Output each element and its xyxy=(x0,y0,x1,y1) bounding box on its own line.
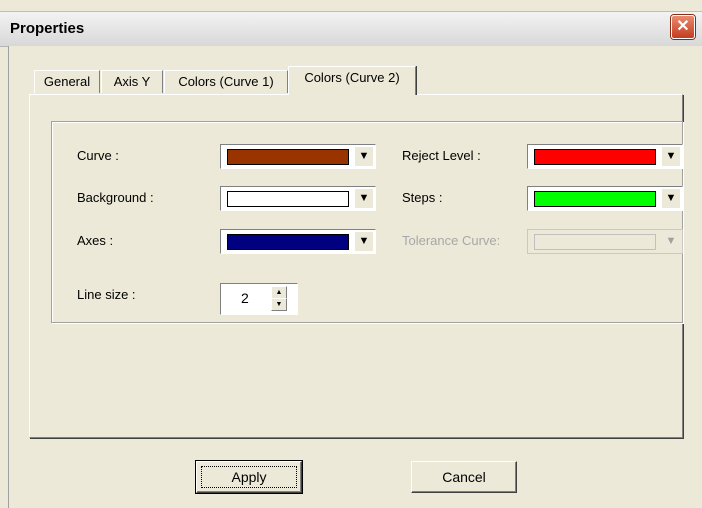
close-icon[interactable]: ✕ xyxy=(671,15,695,39)
tolerance-curve-color-picker: ▼ xyxy=(527,229,683,254)
curve-label: Curve : xyxy=(77,148,119,163)
chevron-down-icon[interactable]: ▼ xyxy=(355,232,373,251)
axes-color-picker[interactable]: ▼ xyxy=(220,229,376,254)
properties-dialog: Properties ✕ General Axis Y Colors (Curv… xyxy=(0,0,702,508)
axes-color-swatch xyxy=(227,234,349,250)
steps-color-picker[interactable]: ▼ xyxy=(527,186,683,211)
background-color-swatch xyxy=(227,191,349,207)
reject-level-color-swatch xyxy=(534,149,656,165)
background-color-picker[interactable]: ▼ xyxy=(220,186,376,211)
line-size-label: Line size : xyxy=(77,287,136,302)
steps-label: Steps : xyxy=(402,190,443,205)
apply-button[interactable]: Apply xyxy=(195,460,303,494)
chevron-down-icon[interactable]: ▼ xyxy=(662,147,680,166)
chevron-down-icon[interactable]: ▼ xyxy=(355,189,373,208)
curve-color-picker[interactable]: ▼ xyxy=(220,144,376,169)
tolerance-curve-label: Tolerance Curve: xyxy=(402,233,501,248)
window-title: Properties xyxy=(10,20,85,37)
tolerance-curve-color-swatch xyxy=(534,234,656,250)
axes-label: Axes : xyxy=(77,233,114,248)
line-size-stepper[interactable]: 2 ▲ ▼ xyxy=(220,283,298,315)
chevron-down-icon[interactable]: ▼ xyxy=(662,189,680,208)
apply-button-label[interactable]: Apply xyxy=(201,466,297,488)
line-size-value[interactable]: 2 xyxy=(241,290,249,306)
reject-level-color-picker[interactable]: ▼ xyxy=(527,144,683,169)
chevron-down-icon[interactable]: ▼ xyxy=(355,147,373,166)
tab-colors-curve-1[interactable]: Colors (Curve 1) xyxy=(164,70,288,93)
cancel-button[interactable]: Cancel xyxy=(411,461,517,493)
chevron-down-icon: ▼ xyxy=(662,232,680,251)
tab-general[interactable]: General xyxy=(34,70,100,93)
title-bar: Properties ✕ xyxy=(0,11,702,47)
curve-color-swatch xyxy=(227,149,349,165)
tab-colors-curve-2[interactable]: Colors (Curve 2) xyxy=(288,66,416,95)
steps-color-swatch xyxy=(534,191,656,207)
decrement-icon[interactable]: ▼ xyxy=(271,298,287,311)
background-label: Background : xyxy=(77,190,154,205)
reject-level-label: Reject Level : xyxy=(402,148,481,163)
tab-axis-y[interactable]: Axis Y xyxy=(101,70,163,93)
